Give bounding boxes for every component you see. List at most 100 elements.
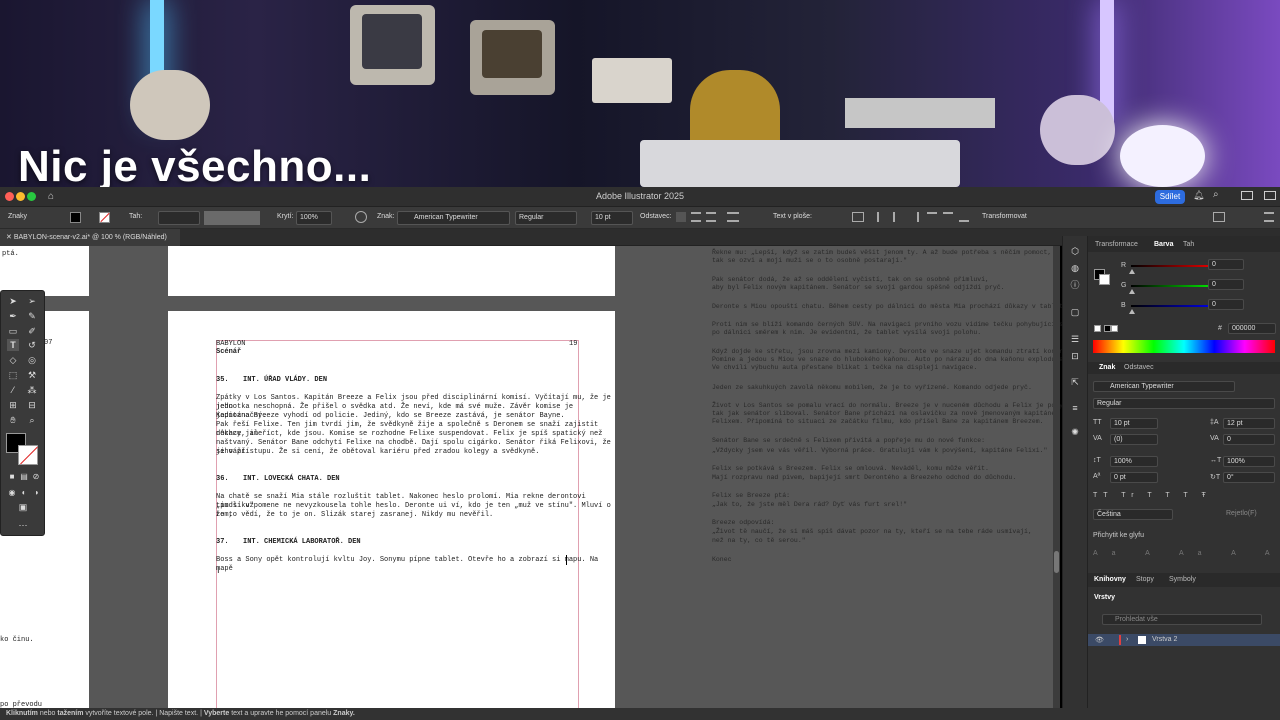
align-objects-top-icon[interactable]: [927, 212, 937, 222]
bullets-icon[interactable]: [727, 212, 739, 222]
align-objects-bottom-icon[interactable]: [959, 212, 969, 222]
curvature-tool-icon[interactable]: ✎: [26, 310, 38, 322]
artboard-tool-icon[interactable]: ⊞: [7, 399, 19, 411]
character-style-field[interactable]: Regular: [1093, 398, 1275, 409]
export-icon[interactable]: ⇱: [1069, 376, 1081, 388]
fill-swatch[interactable]: [70, 212, 81, 223]
leading-field[interactable]: 12 pt: [1223, 418, 1275, 429]
hand-tool-icon[interactable]: ✋︎: [7, 414, 19, 426]
appearance-icon[interactable]: ◍: [1069, 262, 1081, 274]
b-value-field[interactable]: 0: [1208, 299, 1244, 310]
font-family-field[interactable]: American Typewriter: [397, 211, 510, 225]
opacity-field[interactable]: 100%: [296, 211, 332, 225]
slice-tool-icon[interactable]: ⊟: [26, 399, 38, 411]
none-mode-icon[interactable]: ⊘: [30, 471, 42, 483]
document-tab[interactable]: ✕ BABYLON-scenar-v2.ai* @ 100 % (RGB/Náh…: [0, 229, 180, 246]
scrollbar-thumb[interactable]: [1054, 551, 1059, 573]
shape-builder-tool-icon[interactable]: ⚒: [26, 369, 38, 381]
recolor-icon[interactable]: [355, 211, 367, 223]
3d-icon[interactable]: ⬡: [1069, 245, 1081, 257]
color-mode-icon[interactable]: ■: [6, 471, 18, 483]
font-style-field[interactable]: Regular: [515, 211, 577, 225]
hex-field[interactable]: 000000: [1228, 323, 1276, 334]
selection-tool-icon[interactable]: ➤: [7, 295, 19, 307]
area-options-icon[interactable]: [852, 212, 864, 222]
artboards-icon[interactable]: ▢: [1069, 306, 1081, 318]
kerning-field[interactable]: (0): [1110, 434, 1158, 445]
tab-paragraph[interactable]: Odstavec: [1124, 364, 1154, 371]
warp-tool-icon[interactable]: ◎: [26, 354, 38, 366]
transparency-icon[interactable]: ✺: [1069, 426, 1081, 438]
tab-transform[interactable]: Transformace: [1095, 241, 1138, 248]
text-style-buttons[interactable]: TT Tr T T T Ŧ: [1093, 492, 1212, 499]
character-font-field[interactable]: American Typewriter: [1093, 381, 1235, 392]
g-slider-knob[interactable]: [1129, 289, 1135, 294]
expand-chevron-icon[interactable]: ›: [1126, 636, 1128, 643]
font-size-field[interactable]: 10 pt: [591, 211, 633, 225]
free-transform-tool-icon[interactable]: ⬚: [7, 369, 19, 381]
layers-search-input[interactable]: Prohledat vše: [1102, 614, 1262, 625]
close-tab-icon[interactable]: ✕: [6, 234, 14, 241]
none-swatch[interactable]: [1094, 325, 1101, 332]
paintbrush-tool-icon[interactable]: ✐: [26, 325, 38, 337]
control-bar-menu-icon[interactable]: [1264, 212, 1274, 222]
layer-row[interactable]: 👁︎ › Vrstva 2: [1088, 634, 1280, 646]
info-icon[interactable]: ⓘ: [1069, 279, 1081, 291]
stroke-weight-field[interactable]: [158, 211, 200, 225]
draw-inside-icon[interactable]: ◑: [30, 487, 42, 499]
tab-brushes[interactable]: Stopy: [1136, 576, 1154, 583]
direct-selection-tool-icon[interactable]: ➢: [26, 295, 38, 307]
black-swatch[interactable]: [1104, 325, 1111, 332]
character-size-field[interactable]: 10 pt: [1110, 418, 1158, 429]
align-objects-left-icon[interactable]: [877, 212, 887, 222]
eraser-tool-icon[interactable]: ◇: [7, 354, 19, 366]
white-swatch[interactable]: [1111, 325, 1118, 332]
stroke-color-swatch[interactable]: [18, 445, 38, 465]
b-slider-knob[interactable]: [1129, 309, 1135, 314]
tab-color[interactable]: Barva: [1154, 241, 1173, 248]
baseline-shift-field[interactable]: 0 pt: [1110, 472, 1158, 483]
align-panel-icon[interactable]: ≡: [1069, 402, 1081, 414]
r-slider-knob[interactable]: [1129, 269, 1135, 274]
align-objects-center-icon[interactable]: [893, 212, 903, 222]
align-right-icon[interactable]: [706, 212, 716, 222]
artboard-main[interactable]: BABYLON Scénář 19 35. INT. ÚŘAD VLÁDY. D…: [168, 311, 615, 710]
draw-normal-icon[interactable]: ◉: [6, 487, 18, 499]
type-tool-icon[interactable]: T: [7, 339, 19, 351]
color-stroke-swatch[interactable]: [1099, 274, 1110, 285]
align-objects-right-icon[interactable]: [909, 212, 919, 222]
zoom-tool-icon[interactable]: ⌕: [26, 414, 38, 426]
tab-character[interactable]: Znak: [1099, 364, 1115, 371]
horizontal-scale-field[interactable]: 100%: [1223, 456, 1275, 467]
pen-tool-icon[interactable]: ✒: [7, 310, 19, 322]
workspace-icon[interactable]: [1241, 191, 1253, 200]
transform-button[interactable]: Transformovat: [982, 213, 1027, 220]
draw-behind-icon[interactable]: ◐: [18, 487, 30, 499]
vertical-scrollbar[interactable]: [1053, 246, 1060, 708]
panels-icon[interactable]: [1264, 191, 1276, 200]
language-dropdown[interactable]: Čeština: [1093, 509, 1173, 520]
snap-glyph-buttons[interactable]: Aa A Aa A Aa A: [1093, 550, 1280, 557]
notifications-icon[interactable]: 🔔︎: [1193, 190, 1204, 201]
tab-symbols[interactable]: Symboly: [1169, 576, 1196, 583]
align-center-icon[interactable]: [691, 212, 701, 222]
rectangle-tool-icon[interactable]: ▭: [7, 325, 19, 337]
r-value-field[interactable]: 0: [1208, 259, 1244, 270]
tab-stroke[interactable]: Tah: [1183, 241, 1194, 248]
eyedropper-tool-icon[interactable]: ⁄: [7, 384, 19, 396]
search-icon[interactable]: ⌕: [1213, 189, 1219, 200]
stroke-swatch[interactable]: [99, 212, 110, 223]
more-tools-icon[interactable]: ⋯: [17, 519, 29, 531]
share-button[interactable]: Sdílet: [1155, 190, 1185, 204]
visibility-icon[interactable]: 👁︎: [1095, 636, 1104, 644]
color-spectrum[interactable]: [1093, 340, 1275, 353]
g-value-field[interactable]: 0: [1208, 279, 1244, 290]
stroke-style-dropdown[interactable]: [204, 211, 260, 225]
gradient-mode-icon[interactable]: ▤: [18, 471, 30, 483]
rotation-field[interactable]: 0°: [1223, 472, 1275, 483]
isolate-icon[interactable]: [1213, 212, 1225, 222]
screen-mode-icon[interactable]: ▣: [17, 501, 29, 513]
tracking-field[interactable]: 0: [1223, 434, 1275, 445]
vertical-scale-field[interactable]: 100%: [1110, 456, 1158, 467]
align-left-icon[interactable]: [676, 212, 686, 222]
